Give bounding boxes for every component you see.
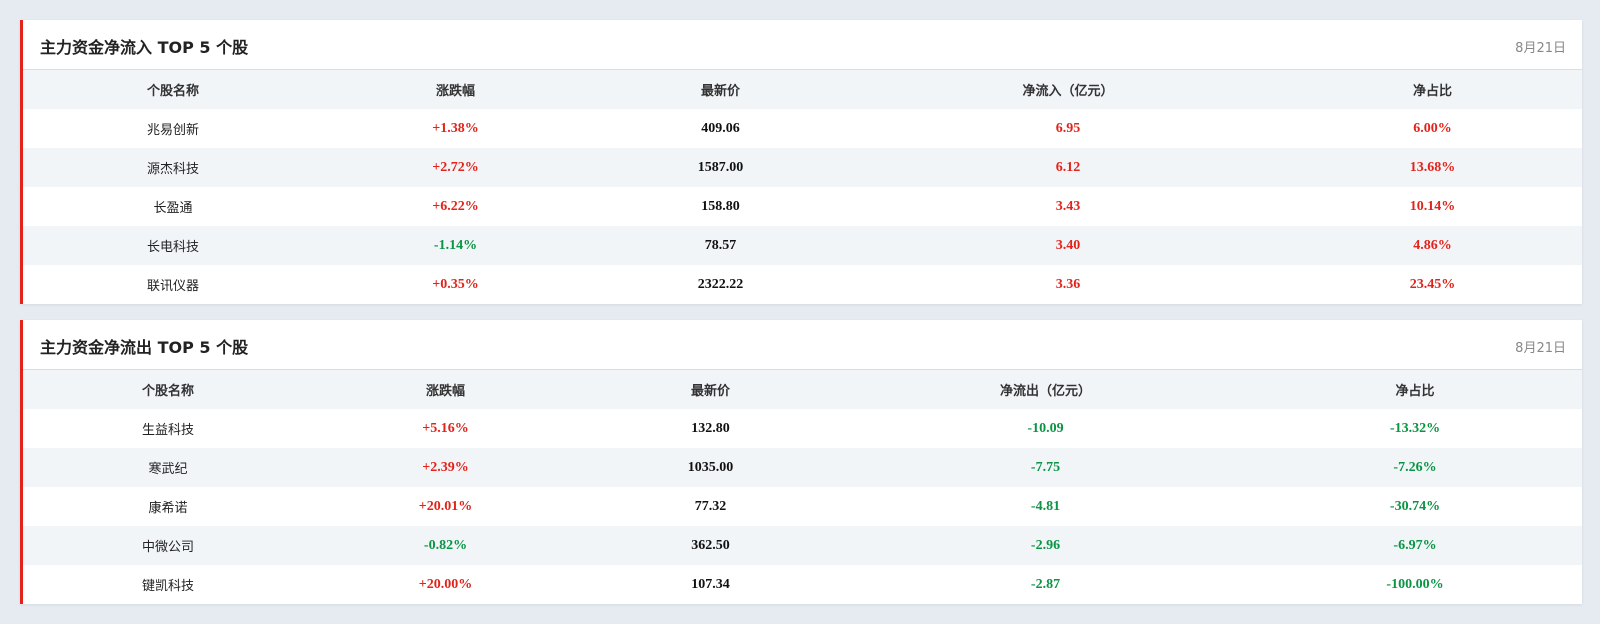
table-row[interactable]: 联讯仪器 +0.35% 2322.22 3.36 23.45% [23, 265, 1582, 304]
outflow-panel-title: 主力资金净流出 TOP 5 个股 [40, 338, 249, 357]
net-flow-value: -10.09 [1027, 420, 1064, 436]
table-row[interactable]: 生益科技 +5.16% 132.80 -10.09 -13.32% [23, 409, 1582, 448]
outflow-panel-header: 主力资金净流出 TOP 5 个股 8月21日 [23, 320, 1582, 370]
column-header-name[interactable]: 个股名称 [23, 70, 323, 109]
net-flow-value: 3.36 [1055, 276, 1081, 292]
ratio-value: 10.14% [1409, 198, 1456, 214]
net-flow-value: -7.75 [1030, 459, 1061, 475]
net-flow-value: 3.40 [1055, 237, 1081, 253]
net-flow-value: -4.81 [1030, 498, 1061, 514]
ratio-value: -30.74% [1389, 498, 1441, 514]
table-row[interactable]: 康希诺 +20.01% 77.32 -4.81 -30.74% [23, 487, 1582, 526]
price-value: 78.57 [704, 237, 737, 253]
outflow-table-header-row: 个股名称 涨跌幅 最新价 净流出（亿元） 净占比 [23, 370, 1582, 409]
change-value: +20.00% [418, 576, 473, 592]
stock-name[interactable]: 长盈通 [23, 187, 323, 226]
column-header-name[interactable]: 个股名称 [23, 370, 313, 409]
price-value: 107.34 [691, 576, 730, 592]
stock-name[interactable]: 联讯仪器 [23, 265, 323, 304]
stock-name[interactable]: 兆易创新 [23, 109, 323, 148]
table-row[interactable]: 寒武纪 +2.39% 1035.00 -7.75 -7.26% [23, 448, 1582, 487]
price-value: 1587.00 [697, 159, 744, 175]
ratio-value: 6.00% [1413, 120, 1452, 136]
net-flow-value: 6.95 [1055, 120, 1081, 136]
ratio-value: 4.86% [1413, 237, 1452, 253]
ratio-value: -100.00% [1386, 576, 1444, 592]
change-value: +20.01% [418, 498, 473, 514]
price-value: 1035.00 [687, 459, 734, 475]
ratio-value: 23.45% [1409, 276, 1456, 292]
inflow-table-header-row: 个股名称 涨跌幅 最新价 净流入（亿元） 净占比 [23, 70, 1582, 109]
column-header-change[interactable]: 涨跌幅 [323, 70, 588, 109]
stock-name[interactable]: 键凯科技 [23, 565, 313, 604]
inflow-panel-header: 主力资金净流入 TOP 5 个股 8月21日 [23, 20, 1582, 70]
change-value: +6.22% [432, 198, 479, 214]
price-value: 2322.22 [697, 276, 744, 292]
net-flow-value: 3.43 [1055, 198, 1081, 214]
table-row[interactable]: 源杰科技 +2.72% 1587.00 6.12 13.68% [23, 148, 1582, 187]
column-header-ratio[interactable]: 净占比 [1248, 370, 1582, 409]
stock-name[interactable]: 寒武纪 [23, 448, 313, 487]
column-header-net-outflow[interactable]: 净流出（亿元） [843, 370, 1248, 409]
net-flow-value: -2.96 [1030, 537, 1061, 553]
price-value: 409.06 [701, 120, 740, 136]
stock-name[interactable]: 源杰科技 [23, 148, 323, 187]
column-header-price[interactable]: 最新价 [578, 370, 843, 409]
column-header-net-inflow[interactable]: 净流入（亿元） [853, 70, 1283, 109]
stock-name[interactable]: 生益科技 [23, 409, 313, 448]
change-value: -0.82% [423, 537, 468, 553]
ratio-value: -13.32% [1389, 420, 1441, 436]
outflow-panel-date: 8月21日 [1515, 341, 1566, 356]
change-value: +5.16% [422, 420, 469, 436]
stock-name[interactable]: 中微公司 [23, 526, 313, 565]
price-value: 77.32 [694, 498, 727, 514]
table-row[interactable]: 兆易创新 +1.38% 409.06 6.95 6.00% [23, 109, 1582, 148]
table-row[interactable]: 长盈通 +6.22% 158.80 3.43 10.14% [23, 187, 1582, 226]
stock-name[interactable]: 康希诺 [23, 487, 313, 526]
outflow-panel: 主力资金净流出 TOP 5 个股 8月21日 个股名称 涨跌幅 最新价 净流出（… [20, 320, 1582, 604]
table-row[interactable]: 长电科技 -1.14% 78.57 3.40 4.86% [23, 226, 1582, 265]
ratio-value: -6.97% [1393, 537, 1437, 553]
inflow-table: 个股名称 涨跌幅 最新价 净流入（亿元） 净占比 兆易创新 +1.38% 409… [23, 70, 1582, 304]
change-value: +2.39% [422, 459, 469, 475]
table-row[interactable]: 键凯科技 +20.00% 107.34 -2.87 -100.00% [23, 565, 1582, 604]
change-value: +2.72% [432, 159, 479, 175]
stock-name[interactable]: 长电科技 [23, 226, 323, 265]
column-header-change[interactable]: 涨跌幅 [313, 370, 578, 409]
inflow-panel-date: 8月21日 [1515, 41, 1566, 56]
net-flow-value: -2.87 [1030, 576, 1061, 592]
column-header-price[interactable]: 最新价 [588, 70, 853, 109]
net-flow-value: 6.12 [1055, 159, 1081, 175]
table-row[interactable]: 中微公司 -0.82% 362.50 -2.96 -6.97% [23, 526, 1582, 565]
outflow-table: 个股名称 涨跌幅 最新价 净流出（亿元） 净占比 生益科技 +5.16% 132… [23, 370, 1582, 604]
inflow-panel-title: 主力资金净流入 TOP 5 个股 [40, 38, 249, 57]
column-header-ratio[interactable]: 净占比 [1283, 70, 1582, 109]
change-value: -1.14% [433, 237, 478, 253]
price-value: 132.80 [691, 420, 730, 436]
price-value: 158.80 [701, 198, 740, 214]
ratio-value: 13.68% [1409, 159, 1456, 175]
change-value: +1.38% [432, 120, 479, 136]
inflow-panel: 主力资金净流入 TOP 5 个股 8月21日 个股名称 涨跌幅 最新价 净流入（… [20, 20, 1582, 304]
price-value: 362.50 [691, 537, 730, 553]
ratio-value: -7.26% [1393, 459, 1437, 475]
change-value: +0.35% [432, 276, 479, 292]
